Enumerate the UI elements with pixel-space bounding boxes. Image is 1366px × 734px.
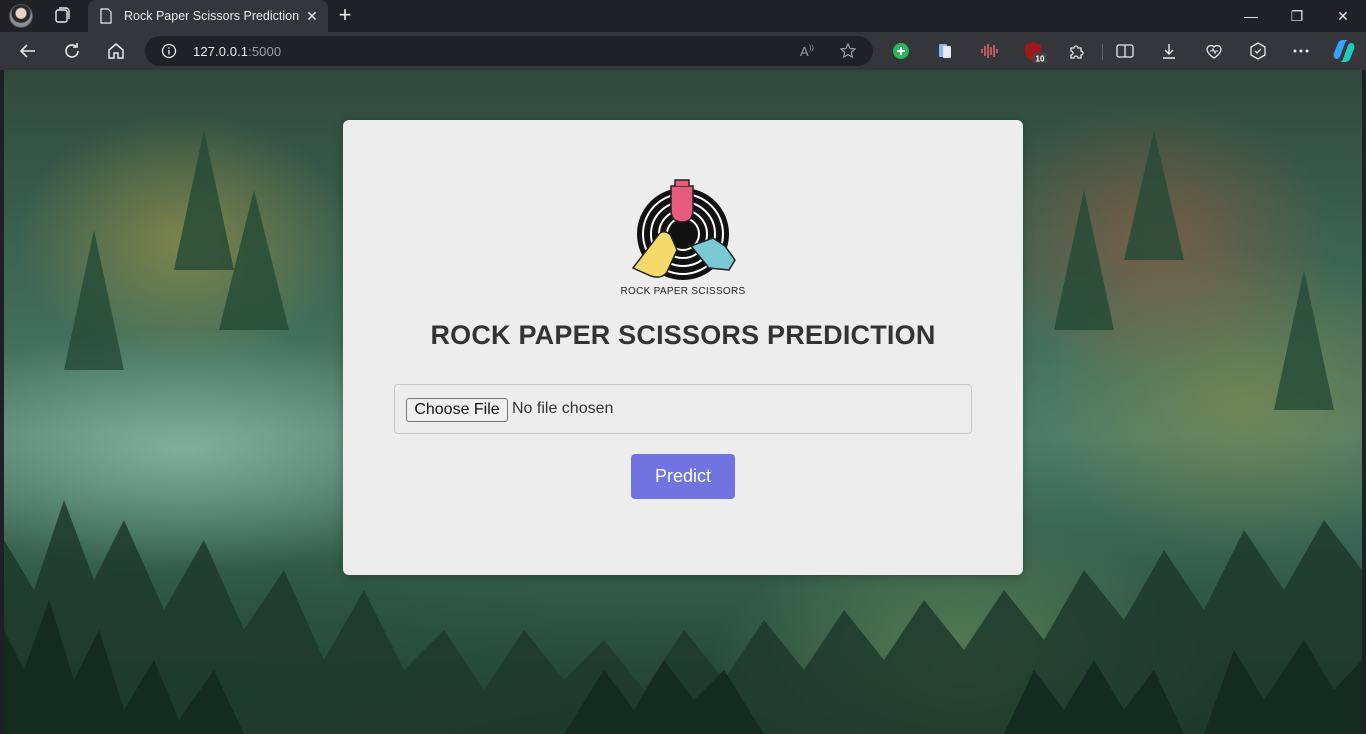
home-icon[interactable] <box>104 39 128 63</box>
page-viewport: ROCK PAPER SCISSORS ROCK PAPER SCISSORS … <box>4 70 1362 734</box>
read-aloud-icon[interactable]: A)) <box>799 42 817 60</box>
extensions-puzzle-icon[interactable] <box>1067 41 1087 61</box>
url-port: :5000 <box>248 44 282 59</box>
ublock-icon[interactable]: 10 <box>1023 41 1047 64</box>
file-upload-field[interactable]: Choose File No file chosen <box>394 384 972 434</box>
back-icon[interactable] <box>16 39 40 63</box>
refresh-icon[interactable] <box>60 39 84 63</box>
more-menu-icon[interactable] <box>1291 41 1311 61</box>
url-text[interactable]: 127.0.0.1:5000 <box>193 44 281 59</box>
svg-text:)): )) <box>809 45 814 52</box>
profile-avatar[interactable] <box>9 4 33 28</box>
rps-logo: ROCK PAPER SCISSORS <box>613 178 753 302</box>
choose-file-button[interactable]: Choose File <box>406 398 508 422</box>
minimize-icon[interactable]: — <box>1228 0 1274 32</box>
favorite-star-icon[interactable] <box>839 42 857 60</box>
site-info-icon[interactable] <box>161 43 177 59</box>
url-host: 127.0.0.1 <box>193 44 249 59</box>
workspaces-icon[interactable] <box>50 5 74 27</box>
audio-extension-icon[interactable] <box>979 41 999 61</box>
address-bar[interactable]: 127.0.0.1:5000 A)) <box>145 36 873 66</box>
toolbar-separator <box>1102 44 1103 60</box>
svg-text:A: A <box>800 44 809 59</box>
split-screen-icon[interactable] <box>1115 41 1135 61</box>
logo-caption: ROCK PAPER SCISSORS <box>620 286 746 297</box>
toolbar: 127.0.0.1:5000 A)) 10 <box>0 32 1366 70</box>
restore-icon[interactable]: ❐ <box>1274 0 1320 32</box>
copilot-shield-icon[interactable] <box>1248 41 1268 61</box>
tab-strip: Rock Paper Scissors Prediction ✕ + — ❐ ✕ <box>0 0 1366 32</box>
page-title: ROCK PAPER SCISSORS PREDICTION <box>430 320 936 350</box>
extension-badge-count: 10 <box>1036 55 1045 64</box>
new-tab-icon[interactable]: + <box>334 4 356 26</box>
window-close-icon[interactable]: ✕ <box>1320 0 1366 32</box>
tab-title: Rock Paper Scissors Prediction <box>124 9 300 23</box>
tab-active[interactable]: Rock Paper Scissors Prediction ✕ <box>88 0 328 32</box>
copilot-icon[interactable] <box>1331 39 1357 63</box>
browser-essentials-icon[interactable] <box>1204 41 1224 61</box>
file-status-text: No file chosen <box>512 400 614 417</box>
document-extension-icon[interactable] <box>935 41 955 61</box>
downloads-icon[interactable] <box>1159 41 1179 61</box>
add-extension-icon[interactable] <box>891 41 911 61</box>
prediction-card: ROCK PAPER SCISSORS ROCK PAPER SCISSORS … <box>343 120 1023 575</box>
page-icon <box>100 8 112 24</box>
predict-button[interactable]: Predict <box>631 454 735 499</box>
close-tab-icon[interactable]: ✕ <box>304 8 320 24</box>
